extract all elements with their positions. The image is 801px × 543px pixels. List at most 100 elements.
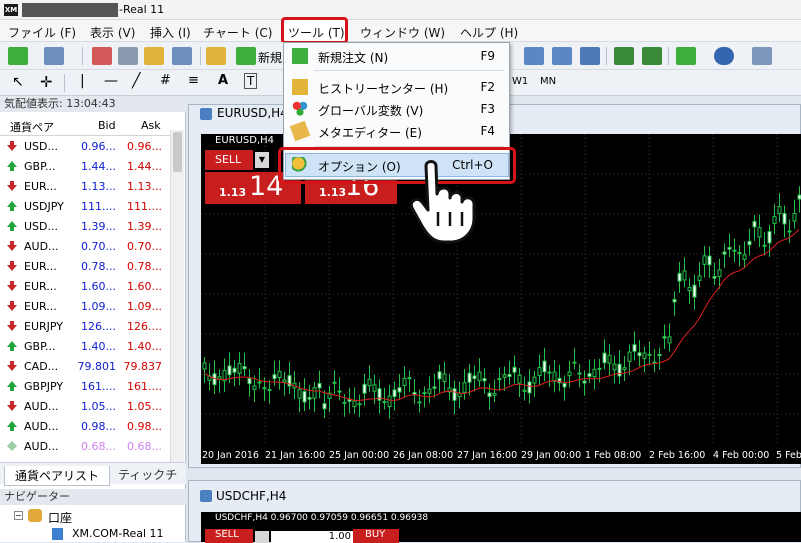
horizontal-line-icon[interactable]: —	[104, 73, 118, 89]
arrow-up-icon	[7, 341, 17, 351]
arrow-down-icon	[7, 281, 17, 291]
row-ask: 0.78...	[127, 260, 162, 273]
market-watch-icon[interactable]	[92, 47, 112, 65]
meta-editor-icon	[289, 120, 311, 142]
navigator-icon[interactable]	[144, 47, 164, 65]
menu-file[interactable]: ファイル (F)	[8, 24, 76, 41]
row-symbol: AUD...	[24, 440, 59, 453]
table-row[interactable]: AUD... 0.70... 0.70...	[0, 236, 170, 256]
indicators-icon[interactable]	[676, 47, 696, 65]
table-row[interactable]: AUD... 0.98... 0.98...	[0, 416, 170, 436]
chart2-tab-title[interactable]: USDCHF,H4	[216, 489, 286, 503]
menu-window[interactable]: ウィンドウ (W)	[360, 24, 445, 41]
nav-account-xm[interactable]: XM.COM-Real 11	[72, 527, 164, 540]
timeframe-w1[interactable]: W1	[512, 76, 528, 87]
nav-accounts[interactable]: 口座	[48, 509, 72, 526]
vertical-line-icon[interactable]: |	[80, 73, 85, 89]
menu-item-global-variables[interactable]: グローバル変数 (V) F3	[284, 98, 509, 120]
chart-window-icon	[200, 490, 212, 502]
text-icon[interactable]: A	[218, 73, 228, 88]
tile-windows-icon[interactable]	[580, 47, 600, 65]
menu-item-history-center[interactable]: ヒストリーセンター (H) F2	[284, 76, 509, 98]
row-ask: 0.68...	[127, 440, 162, 453]
header-bid[interactable]: Bid	[98, 119, 116, 132]
row-ask: 1.05...	[127, 400, 162, 413]
menu-help[interactable]: ヘルプ (H)	[460, 24, 518, 41]
templates-icon[interactable]	[752, 47, 772, 65]
tab-tick-chart[interactable]: ティックチ	[118, 466, 177, 483]
table-row[interactable]: USD... 1.39... 1.39...	[0, 216, 170, 236]
chart2-sell-button[interactable]: SELL	[205, 529, 253, 543]
table-row[interactable]: EUR... 1.13... 1.13...	[0, 176, 170, 196]
menu-view[interactable]: 表示 (V)	[90, 24, 135, 41]
row-bid: 0.78...	[81, 260, 116, 273]
row-symbol: USDJPY	[24, 200, 64, 213]
table-row[interactable]: USDJPY 111.... 111....	[0, 196, 170, 216]
menu-item-label: 新規注文 (N)	[318, 51, 389, 65]
row-symbol: USD...	[24, 140, 58, 153]
arrow-down-icon	[7, 441, 17, 451]
cursor-icon[interactable]: ↖	[12, 74, 24, 90]
menu-item-meta-editor[interactable]: メタエディター (E) F4	[284, 120, 509, 142]
new-order-toolbar-icon[interactable]	[236, 47, 256, 65]
row-symbol: GBPJPY	[24, 380, 64, 393]
expand-toggle-icon[interactable]: −	[14, 511, 23, 520]
chart2-lot-input[interactable]: 1.00	[271, 531, 355, 543]
sell-button[interactable]: SELL	[205, 150, 253, 170]
terminal-icon[interactable]	[172, 47, 192, 65]
text-label-icon[interactable]: T	[244, 73, 258, 89]
app-logo: XM	[4, 4, 18, 16]
row-symbol: AUD...	[24, 420, 59, 433]
table-row[interactable]: EUR... 1.09... 1.09...	[0, 296, 170, 316]
market-watch-scrollbar[interactable]	[170, 130, 184, 462]
table-row[interactable]: GBPJPY 161.... 161....	[0, 376, 170, 396]
table-row[interactable]: GBP... 1.44... 1.44...	[0, 156, 170, 176]
x-tick: 1 Feb 08:00	[585, 450, 642, 461]
table-row[interactable]: AUD... 0.68... 0.68...	[0, 436, 170, 456]
arrow-down-icon	[7, 181, 17, 191]
table-row[interactable]: AUD... 1.05... 1.05...	[0, 396, 170, 416]
new-order-button[interactable]: 新規	[258, 49, 282, 66]
trendline-icon[interactable]: ╱	[132, 73, 140, 89]
header-symbol[interactable]: 通貨ペア	[10, 119, 54, 135]
menu-tools[interactable]: ツール (T)	[288, 24, 345, 41]
channel-icon[interactable]: #	[160, 73, 171, 88]
chart2-buy-button[interactable]: BUY	[353, 529, 399, 543]
lot-dropdown-icon[interactable]: ▼	[255, 152, 269, 168]
table-row[interactable]: CAD... 79.801 79.837	[0, 356, 170, 376]
row-bid: 1.60...	[81, 280, 116, 293]
crosshair-icon[interactable]: ✛	[40, 73, 53, 91]
chart-shift-icon[interactable]	[614, 47, 634, 65]
chart-tab-title[interactable]: EURUSD,H4	[217, 106, 288, 120]
menu-item-new-order[interactable]: 新規注文 (N) F9	[284, 45, 509, 67]
menu-insert[interactable]: 挿入 (I)	[150, 24, 191, 41]
data-window-icon[interactable]	[118, 47, 138, 65]
table-row[interactable]: EURJPY 126.... 126....	[0, 316, 170, 336]
row-bid: 1.13...	[81, 180, 116, 193]
table-row[interactable]: EUR... 0.78... 0.78...	[0, 256, 170, 276]
menu-item-label: ヒストリーセンター (H)	[318, 82, 449, 96]
table-row[interactable]: USD... 0.96... 0.96...	[0, 136, 170, 156]
new-chart-icon[interactable]	[8, 47, 28, 65]
strategy-tester-icon[interactable]	[206, 47, 226, 65]
profiles-icon[interactable]	[44, 47, 64, 65]
menu-item-label: グローバル変数 (V)	[318, 104, 424, 118]
chart2-lot-dropdown[interactable]	[255, 531, 269, 543]
menu-item-shortcut: F4	[480, 124, 495, 138]
header-ask[interactable]: Ask	[141, 119, 161, 132]
chart2-area[interactable]: USDCHF,H4 0.96700 0.97059 0.96651 0.9693…	[201, 512, 801, 543]
arrow-down-icon	[7, 401, 17, 411]
arrow-down-icon	[7, 321, 17, 331]
fibonacci-icon[interactable]: ≡	[188, 73, 199, 88]
timeframe-mn[interactable]: MN	[540, 76, 556, 87]
auto-scroll-icon[interactable]	[642, 47, 662, 65]
table-row[interactable]: EUR... 1.60... 1.60...	[0, 276, 170, 296]
zoom-in-icon[interactable]	[524, 47, 544, 65]
menu-chart[interactable]: チャート (C)	[203, 24, 272, 41]
table-row[interactable]: GBP... 1.40... 1.40...	[0, 336, 170, 356]
zoom-out-icon[interactable]	[552, 47, 572, 65]
row-symbol: GBP...	[24, 160, 56, 173]
periods-clock-icon[interactable]	[714, 47, 734, 65]
tab-symbols[interactable]: 通貨ペアリスト	[4, 466, 111, 486]
chart2-info-line: USDCHF,H4 0.96700 0.97059 0.96651 0.9693…	[215, 513, 429, 523]
